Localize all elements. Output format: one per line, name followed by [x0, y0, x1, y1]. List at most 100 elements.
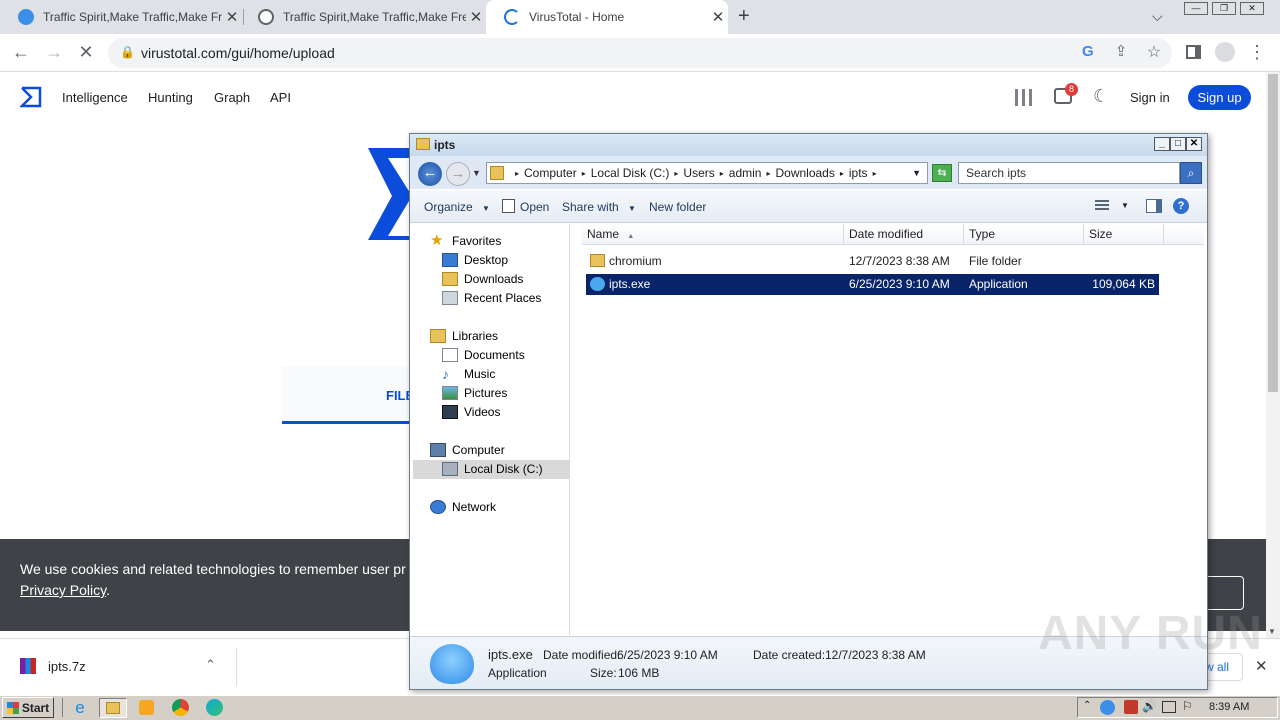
address-dropdown-icon[interactable]: ▼: [912, 168, 921, 178]
privacy-policy-link[interactable]: Privacy Policy: [20, 582, 106, 598]
signup-button[interactable]: Sign up: [1188, 85, 1251, 110]
close-icon[interactable]: ✕: [708, 8, 728, 26]
table-row[interactable]: chromium 12/7/2023 8:38 AM File folder: [586, 251, 1159, 272]
nav-computer[interactable]: Computer: [430, 443, 505, 457]
ie-icon[interactable]: e: [69, 698, 91, 718]
nav-label: Recent Places: [464, 291, 542, 305]
share-icon[interactable]: ⇪: [1108, 42, 1134, 60]
breadcrumb-local-disk[interactable]: Local Disk (C:): [591, 166, 670, 180]
nav-hunting[interactable]: Hunting: [148, 90, 193, 105]
tab-traffic-spirit-1[interactable]: Traffic Spirit,Make Traffic,Make Free ✕: [0, 0, 242, 34]
scrollbar-thumb[interactable]: [1268, 74, 1278, 392]
network-tray-icon[interactable]: [1162, 701, 1176, 713]
column-size[interactable]: Size: [1084, 224, 1164, 245]
nav-desktop[interactable]: Desktop: [442, 253, 508, 267]
cookie-accept-button[interactable]: [1205, 576, 1244, 610]
media-player-icon[interactable]: [136, 698, 158, 718]
explorer-titlebar[interactable]: [410, 134, 1207, 156]
nav-api[interactable]: API: [270, 90, 291, 105]
close-icon[interactable]: ✕: [222, 8, 242, 26]
signin-link[interactable]: Sign in: [1130, 90, 1170, 105]
download-filename[interactable]: ipts.7z: [48, 659, 86, 674]
star-icon[interactable]: ☆: [1141, 42, 1167, 62]
back-icon[interactable]: ←: [8, 42, 34, 63]
view-dropdown-icon[interactable]: ▼: [1121, 201, 1129, 210]
details-filename: ipts.exe: [488, 647, 533, 662]
nav-downloads[interactable]: Downloads: [442, 272, 523, 286]
organize-button[interactable]: Organize ▼: [424, 200, 490, 214]
tray-expand-icon[interactable]: ⌃: [1083, 700, 1091, 711]
nav-libraries[interactable]: Libraries: [430, 329, 498, 343]
breadcrumb-admin[interactable]: admin: [729, 166, 762, 180]
nav-recent-places[interactable]: Recent Places: [442, 291, 541, 305]
share-with-button[interactable]: Share with ▼: [562, 200, 636, 214]
nav-network[interactable]: Network: [430, 500, 496, 514]
breadcrumb-users[interactable]: Users: [683, 166, 714, 180]
dark-mode-icon[interactable]: ☾: [1093, 86, 1109, 107]
column-type[interactable]: Type: [964, 224, 1084, 245]
search-input[interactable]: Search ipts: [958, 162, 1180, 184]
help-icon[interactable]: ?: [1173, 198, 1189, 214]
history-dropdown-icon[interactable]: ▼: [472, 168, 481, 178]
column-name[interactable]: Name ▲: [582, 224, 844, 245]
search-icon[interactable]: ⌕: [1180, 162, 1202, 184]
chevron-icon: ▸: [719, 168, 724, 178]
tab-traffic-spirit-2[interactable]: Traffic Spirit,Make Traffic,Make Free ✕: [240, 0, 486, 34]
traffic-spirit-tray-icon[interactable]: [1100, 700, 1115, 715]
chrome-icon[interactable]: [170, 698, 192, 718]
maximize-icon[interactable]: □: [1170, 137, 1186, 151]
new-folder-button[interactable]: New folder: [649, 200, 706, 214]
forward-arrow-icon[interactable]: →: [446, 162, 470, 186]
videos-icon: [442, 405, 458, 419]
close-icon[interactable]: ✕: [1186, 137, 1202, 151]
scroll-down-icon[interactable]: ▼: [1268, 627, 1276, 636]
column-date-modified[interactable]: Date modified: [844, 224, 964, 245]
breadcrumb[interactable]: ▸ Computer ▸ Local Disk (C:) ▸ Users ▸ a…: [486, 162, 928, 184]
restore-icon[interactable]: ❐: [1212, 2, 1236, 15]
nav-graph[interactable]: Graph: [214, 90, 250, 105]
google-icon[interactable]: G: [1082, 43, 1094, 60]
nav-music[interactable]: ♪ Music: [442, 367, 495, 381]
close-icon[interactable]: ✕: [466, 8, 486, 26]
view-icon[interactable]: [1095, 200, 1109, 212]
edge-glyph: [206, 699, 223, 716]
minimize-icon[interactable]: _: [1154, 137, 1170, 151]
close-window-icon[interactable]: ✕: [1240, 2, 1264, 15]
chevron-up-icon[interactable]: ⌃: [205, 657, 216, 673]
back-arrow-icon[interactable]: ←: [418, 162, 442, 186]
edge-icon[interactable]: [204, 698, 226, 718]
nav-local-disk[interactable]: Local Disk (C:): [442, 462, 543, 476]
explorer-taskbar-button[interactable]: [99, 698, 127, 718]
nav-documents[interactable]: Documents: [442, 348, 525, 362]
forward-icon[interactable]: →: [41, 42, 67, 63]
breadcrumb-downloads[interactable]: Downloads: [775, 166, 834, 180]
table-row-selected[interactable]: ipts.exe 6/25/2023 9:10 AM Application 1…: [586, 274, 1159, 295]
stop-loading-icon[interactable]: ✕: [73, 42, 99, 63]
nav-intelligence[interactable]: Intelligence: [62, 90, 128, 105]
apps-grid-icon[interactable]: [1015, 89, 1032, 106]
start-button[interactable]: Start: [2, 697, 54, 718]
breadcrumb-ipts[interactable]: ipts: [849, 166, 868, 180]
tab-virustotal[interactable]: VirusTotal - Home ✕: [486, 0, 728, 34]
flag-icon[interactable]: ⚐: [1182, 699, 1193, 713]
profile-icon[interactable]: [1215, 42, 1235, 62]
breadcrumb-computer[interactable]: Computer: [524, 166, 577, 180]
refresh-icon[interactable]: ⇆: [932, 164, 952, 182]
nav-favorites[interactable]: ★ Favorites: [430, 233, 502, 248]
url-text[interactable]: virustotal.com/gui/home/upload: [141, 45, 335, 61]
open-button[interactable]: Open: [520, 200, 549, 214]
virustotal-logo-icon[interactable]: [20, 86, 42, 108]
volume-icon[interactable]: 🔊: [1142, 699, 1157, 713]
minimize-icon[interactable]: —: [1184, 2, 1208, 15]
nav-videos[interactable]: Videos: [442, 405, 500, 419]
new-tab-icon[interactable]: +: [738, 5, 750, 28]
clock[interactable]: 8:39 AM: [1209, 701, 1249, 713]
security-tray-icon[interactable]: [1124, 700, 1138, 714]
preview-pane-icon[interactable]: [1146, 199, 1162, 213]
nav-label: Favorites: [452, 234, 502, 248]
side-panel-icon[interactable]: [1186, 45, 1201, 59]
nav-pictures[interactable]: Pictures: [442, 386, 507, 400]
lock-icon[interactable]: 🔒: [120, 45, 135, 59]
menu-icon[interactable]: ⋮: [1244, 42, 1270, 63]
chevron-down-icon[interactable]: ⌵: [1152, 8, 1163, 25]
